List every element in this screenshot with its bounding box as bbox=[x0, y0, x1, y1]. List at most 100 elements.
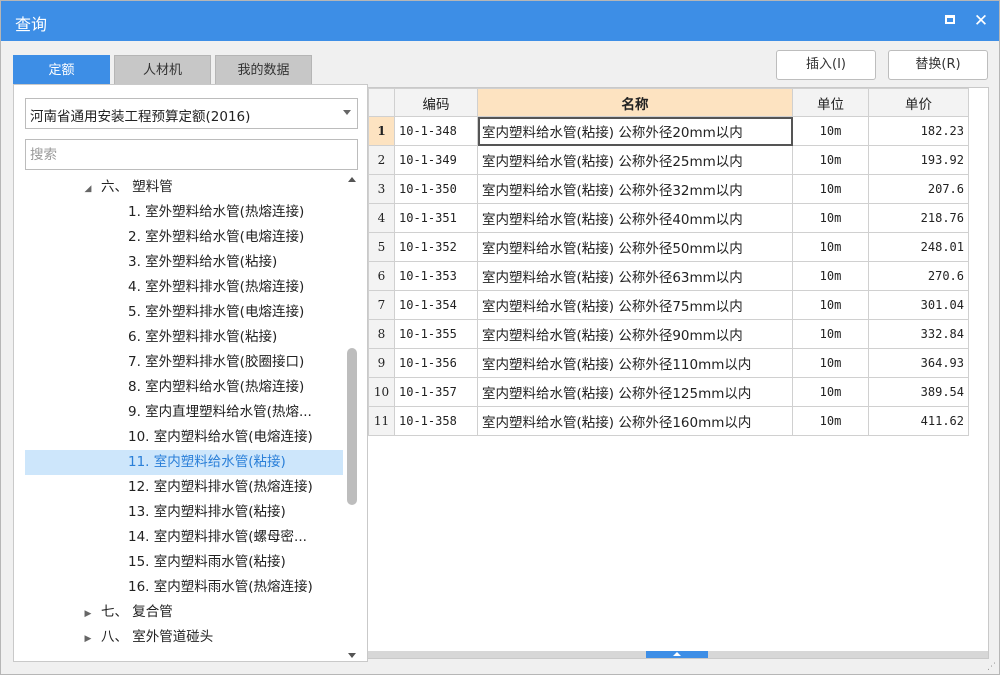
tree-item[interactable]: ▶ 八、 室外管道碰头 bbox=[25, 625, 343, 650]
tab-my-data[interactable]: 我的数据 bbox=[215, 55, 312, 85]
tree-item[interactable]: 10. 室内塑料给水管(电熔连接) bbox=[25, 425, 343, 450]
column-header-name[interactable]: 名称 bbox=[477, 88, 793, 117]
name-cell[interactable]: 室内塑料给水管(粘接) 公称外径75mm以内 bbox=[477, 290, 793, 320]
table-row[interactable]: 8 10-1-355 室内塑料给水管(粘接) 公称外径90mm以内 10m 332.84 bbox=[368, 319, 969, 349]
unit-cell[interactable]: 10m bbox=[792, 406, 869, 436]
price-cell[interactable]: 270.6 bbox=[868, 261, 969, 291]
unit-cell[interactable]: 10m bbox=[792, 348, 869, 378]
column-header-index[interactable] bbox=[368, 88, 395, 117]
tab-quota[interactable]: 定额 bbox=[13, 55, 110, 85]
price-cell[interactable]: 248.01 bbox=[868, 232, 969, 262]
price-cell[interactable]: 182.23 bbox=[868, 116, 969, 146]
row-index-cell[interactable]: 9 bbox=[368, 348, 395, 378]
search-input[interactable] bbox=[25, 139, 358, 170]
name-cell[interactable]: 室内塑料给水管(粘接) 公称外径40mm以内 bbox=[477, 203, 793, 233]
code-cell[interactable]: 10-1-353 bbox=[394, 261, 478, 291]
column-header-unit[interactable]: 单位 bbox=[792, 88, 869, 117]
table-row[interactable]: 6 10-1-353 室内塑料给水管(粘接) 公称外径63mm以内 10m 270.6 bbox=[368, 261, 969, 291]
tree-item[interactable]: 9. 室内直埋塑料给水管(热熔... bbox=[25, 400, 343, 425]
table-row[interactable]: 5 10-1-352 室内塑料给水管(粘接) 公称外径50mm以内 10m 248.01 bbox=[368, 232, 969, 262]
title-bar[interactable]: 查询 ✕ bbox=[1, 1, 999, 41]
tree-item[interactable]: 16. 室内塑料雨水管(热熔连接) bbox=[25, 575, 343, 600]
code-cell[interactable]: 10-1-358 bbox=[394, 406, 478, 436]
tree-item[interactable]: 1. 室外塑料给水管(热熔连接) bbox=[25, 200, 343, 225]
unit-cell[interactable]: 10m bbox=[792, 261, 869, 291]
tree-item[interactable]: 11. 室内塑料给水管(粘接) bbox=[25, 450, 343, 475]
close-icon[interactable]: ✕ bbox=[970, 10, 992, 32]
collapse-arrow-icon[interactable]: ◢ bbox=[81, 177, 95, 200]
tree-scrollbar[interactable] bbox=[345, 175, 359, 662]
code-cell[interactable]: 10-1-354 bbox=[394, 290, 478, 320]
expand-arrow-icon[interactable]: ▶ bbox=[81, 602, 95, 625]
price-cell[interactable]: 207.6 bbox=[868, 174, 969, 204]
unit-cell[interactable]: 10m bbox=[792, 116, 869, 146]
tree-item[interactable]: ▶ 七、 复合管 bbox=[25, 600, 343, 625]
price-cell[interactable]: 364.93 bbox=[868, 348, 969, 378]
tree-item[interactable]: 12. 室内塑料排水管(热熔连接) bbox=[25, 475, 343, 500]
row-index-cell[interactable]: 5 bbox=[368, 232, 395, 262]
tree-item[interactable]: 5. 室外塑料排水管(电熔连接) bbox=[25, 300, 343, 325]
quota-library-select[interactable]: 河南省通用安装工程预算定额(2016) bbox=[25, 98, 358, 129]
row-index-cell[interactable]: 6 bbox=[368, 261, 395, 291]
tree-item[interactable]: ◢ 六、 塑料管 bbox=[25, 175, 343, 200]
price-cell[interactable]: 332.84 bbox=[868, 319, 969, 349]
unit-cell[interactable]: 10m bbox=[792, 377, 869, 407]
tree-item[interactable]: 8. 室内塑料给水管(热熔连接) bbox=[25, 375, 343, 400]
scroll-thumb[interactable] bbox=[347, 348, 357, 505]
name-cell[interactable]: 室内塑料给水管(粘接) 公称外径63mm以内 bbox=[477, 261, 793, 291]
row-index-cell[interactable]: 2 bbox=[368, 145, 395, 175]
splitter-grip-icon[interactable] bbox=[646, 651, 708, 658]
code-cell[interactable]: 10-1-355 bbox=[394, 319, 478, 349]
column-header-price[interactable]: 单价 bbox=[868, 88, 969, 117]
table-row[interactable]: 10 10-1-357 室内塑料给水管(粘接) 公称外径125mm以内 10m 389.… bbox=[368, 377, 969, 407]
tree-item[interactable]: 15. 室内塑料雨水管(粘接) bbox=[25, 550, 343, 575]
row-index-cell[interactable]: 8 bbox=[368, 319, 395, 349]
price-cell[interactable]: 193.92 bbox=[868, 145, 969, 175]
table-row[interactable]: 2 10-1-349 室内塑料给水管(粘接) 公称外径25mm以内 10m 193.92 bbox=[368, 145, 969, 175]
maximize-icon[interactable] bbox=[939, 10, 961, 32]
price-cell[interactable]: 301.04 bbox=[868, 290, 969, 320]
horizontal-splitter[interactable] bbox=[368, 651, 988, 658]
table-row[interactable]: 1 10-1-348 室内塑料给水管(粘接) 公称外径20mm以内 10m 182.23 bbox=[368, 116, 969, 146]
unit-cell[interactable]: 10m bbox=[792, 290, 869, 320]
name-cell[interactable]: 室内塑料给水管(粘接) 公称外径25mm以内 bbox=[477, 145, 793, 175]
row-index-cell[interactable]: 3 bbox=[368, 174, 395, 204]
resize-grip-icon[interactable]: ⋰ bbox=[987, 662, 997, 672]
code-cell[interactable]: 10-1-357 bbox=[394, 377, 478, 407]
unit-cell[interactable]: 10m bbox=[792, 145, 869, 175]
price-cell[interactable]: 411.62 bbox=[868, 406, 969, 436]
insert-button[interactable]: 插入(I) bbox=[776, 50, 876, 80]
column-header-code[interactable]: 编码 bbox=[394, 88, 478, 117]
tab-labor-material-machine[interactable]: 人材机 bbox=[114, 55, 211, 85]
tree-item[interactable]: 3. 室外塑料给水管(粘接) bbox=[25, 250, 343, 275]
code-cell[interactable]: 10-1-356 bbox=[394, 348, 478, 378]
row-index-cell[interactable]: 1 bbox=[368, 116, 395, 146]
table-row[interactable]: 4 10-1-351 室内塑料给水管(粘接) 公称外径40mm以内 10m 218.76 bbox=[368, 203, 969, 233]
row-index-cell[interactable]: 4 bbox=[368, 203, 395, 233]
tree-item[interactable]: 13. 室内塑料排水管(粘接) bbox=[25, 500, 343, 525]
code-cell[interactable]: 10-1-349 bbox=[394, 145, 478, 175]
code-cell[interactable]: 10-1-350 bbox=[394, 174, 478, 204]
name-cell[interactable]: 室内塑料给水管(粘接) 公称外径50mm以内 bbox=[477, 232, 793, 262]
tree-item[interactable]: 6. 室外塑料排水管(粘接) bbox=[25, 325, 343, 350]
scroll-up-icon[interactable] bbox=[348, 177, 356, 182]
tree-item[interactable]: 7. 室外塑料排水管(胶圈接口) bbox=[25, 350, 343, 375]
code-cell[interactable]: 10-1-348 bbox=[394, 116, 478, 146]
code-cell[interactable]: 10-1-352 bbox=[394, 232, 478, 262]
unit-cell[interactable]: 10m bbox=[792, 174, 869, 204]
table-row[interactable]: 3 10-1-350 室内塑料给水管(粘接) 公称外径32mm以内 10m 207.6 bbox=[368, 174, 969, 204]
table-row[interactable]: 9 10-1-356 室内塑料给水管(粘接) 公称外径110mm以内 10m 364.9… bbox=[368, 348, 969, 378]
name-cell[interactable]: 室内塑料给水管(粘接) 公称外径110mm以内 bbox=[477, 348, 793, 378]
code-cell[interactable]: 10-1-351 bbox=[394, 203, 478, 233]
name-cell[interactable]: 室内塑料给水管(粘接) 公称外径125mm以内 bbox=[477, 377, 793, 407]
price-cell[interactable]: 389.54 bbox=[868, 377, 969, 407]
tree-item[interactable]: 4. 室外塑料排水管(热熔连接) bbox=[25, 275, 343, 300]
expand-arrow-icon[interactable]: ▶ bbox=[81, 627, 95, 650]
row-index-cell[interactable]: 10 bbox=[368, 377, 395, 407]
table-row[interactable]: 7 10-1-354 室内塑料给水管(粘接) 公称外径75mm以内 10m 301.04 bbox=[368, 290, 969, 320]
name-cell[interactable]: 室内塑料给水管(粘接) 公称外径20mm以内 bbox=[477, 116, 793, 146]
tree-item[interactable]: 14. 室内塑料排水管(螺母密... bbox=[25, 525, 343, 550]
unit-cell[interactable]: 10m bbox=[792, 319, 869, 349]
replace-button[interactable]: 替换(R) bbox=[888, 50, 988, 80]
scroll-down-icon[interactable] bbox=[348, 653, 356, 658]
